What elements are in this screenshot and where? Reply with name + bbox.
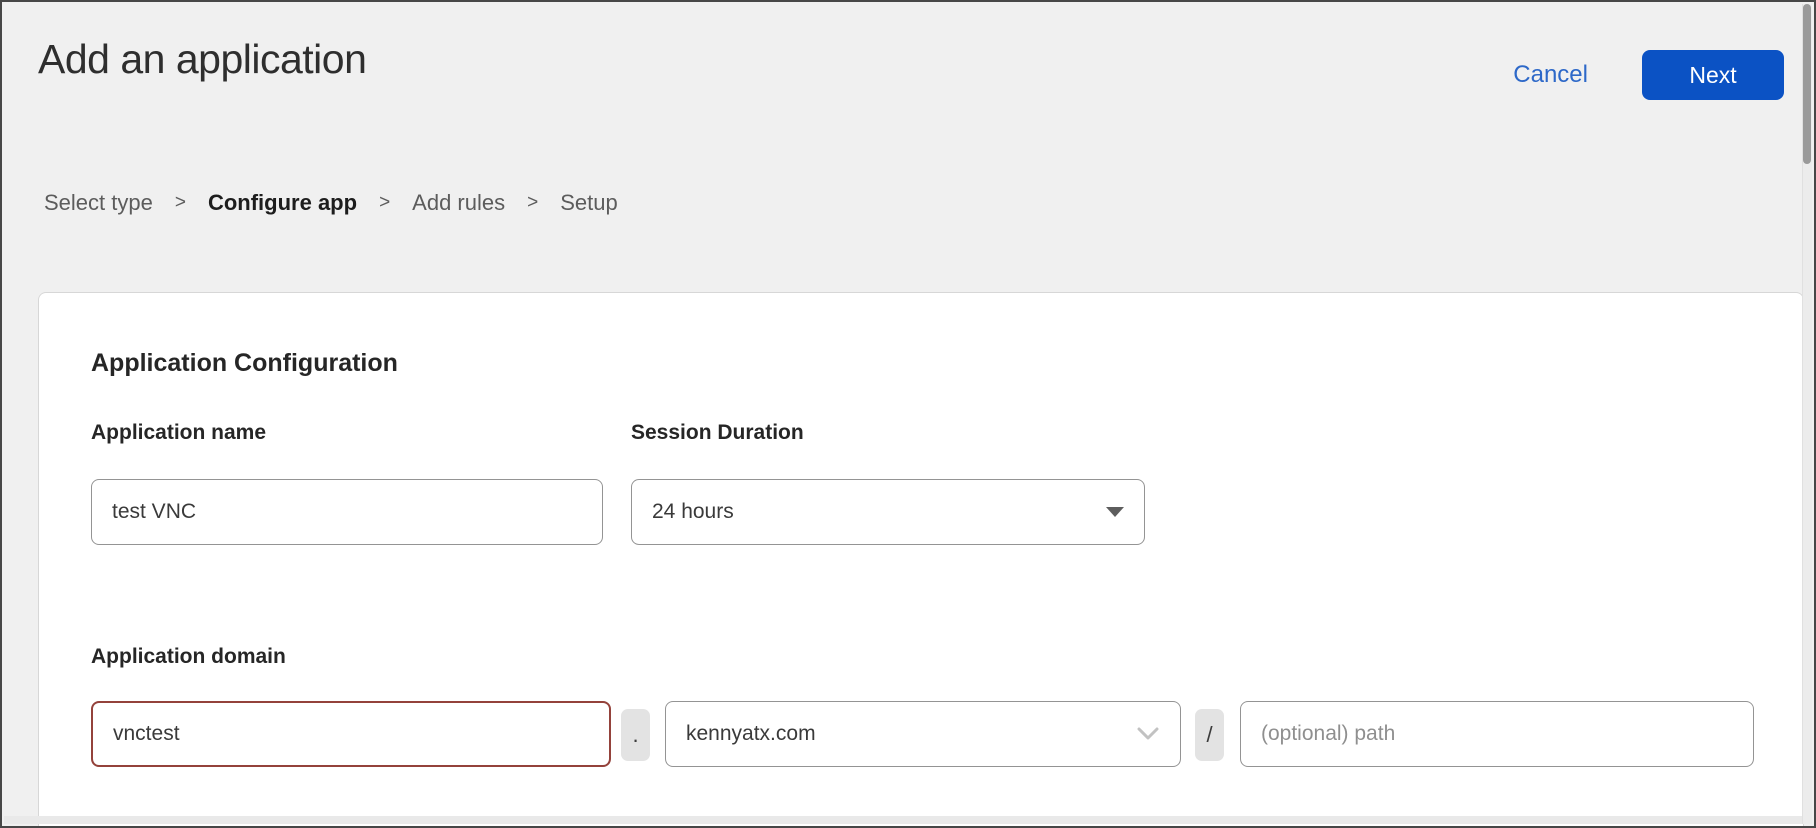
section-title: Application Configuration: [91, 349, 398, 378]
application-configuration-card: Application Configuration Application na…: [38, 292, 1804, 826]
cancel-button[interactable]: Cancel: [1513, 61, 1588, 89]
domain-select-value: kennyatx.com: [686, 722, 816, 746]
subdomain-input[interactable]: [91, 701, 611, 767]
next-button[interactable]: Next: [1642, 50, 1784, 100]
application-name-label: Application name: [91, 421, 266, 445]
caret-down-icon: [1106, 507, 1124, 517]
horizontal-scrollbar[interactable]: [4, 816, 1802, 824]
breadcrumb-step-setup[interactable]: Setup: [560, 190, 618, 216]
add-application-page: Add an application Cancel Next Select ty…: [0, 0, 1816, 828]
breadcrumb-step-configure-app[interactable]: Configure app: [208, 190, 357, 216]
breadcrumb-separator: >: [379, 192, 390, 214]
application-name-input[interactable]: [91, 479, 603, 545]
application-domain-label: Application domain: [91, 645, 286, 669]
breadcrumb-step-add-rules[interactable]: Add rules: [412, 190, 505, 216]
vertical-scrollbar[interactable]: [1802, 4, 1812, 824]
page-title: Add an application: [38, 36, 366, 83]
session-duration-value: 24 hours: [652, 500, 734, 524]
breadcrumb-separator: >: [175, 192, 186, 214]
slash-separator: /: [1195, 709, 1224, 761]
dot-separator: .: [621, 709, 650, 761]
session-duration-label: Session Duration: [631, 421, 804, 445]
chevron-down-icon: [1136, 726, 1160, 742]
vertical-scrollbar-thumb[interactable]: [1803, 4, 1811, 164]
session-duration-select[interactable]: 24 hours: [631, 479, 1145, 545]
domain-select[interactable]: kennyatx.com: [665, 701, 1181, 767]
breadcrumb-step-select-type[interactable]: Select type: [44, 190, 153, 216]
breadcrumb: Select type > Configure app > Add rules …: [44, 190, 618, 216]
breadcrumb-separator: >: [527, 192, 538, 214]
header-actions: Cancel Next: [1513, 50, 1784, 100]
path-input[interactable]: [1240, 701, 1754, 767]
